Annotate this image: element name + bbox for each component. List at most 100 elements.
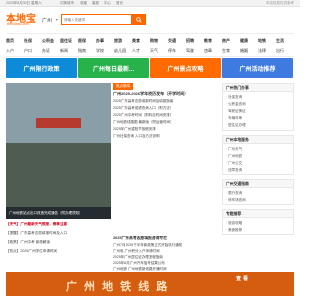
list-item[interactable]: 2025年8月广州汽车摇号结果公布 — [113, 261, 219, 266]
list-item[interactable]: 2025年广州居住证办理流程指南 — [113, 255, 219, 260]
nav-item[interactable]: 出行 — [276, 48, 284, 54]
nav-item[interactable]: 婚姻 — [240, 48, 248, 54]
sidebar-box-title: 专题推荐 — [223, 210, 293, 218]
nav-item[interactable]: 法律 — [258, 48, 266, 54]
topbar-link-city[interactable]: 切换城市 — [60, 1, 74, 6]
news-link[interactable]: 2025广州中考时间（附科目时间安排） — [113, 113, 219, 118]
banner-daily-news[interactable]: 广州每日最新... — [78, 58, 149, 78]
metro-banner-text: 广 州 地 铁 线 路 — [66, 281, 170, 293]
nav-item[interactable]: 公积金 — [42, 38, 54, 44]
metro-banner-link[interactable]: 查看 — [236, 275, 250, 282]
sidebar-link[interactable]: 限行查询 — [226, 191, 242, 196]
nav-item[interactable]: 新闻 — [60, 48, 68, 54]
banner-traffic-restriction[interactable]: 广州限行政策 — [6, 58, 77, 78]
logo-subtext: Bendibao.com — [7, 22, 30, 26]
search-input[interactable] — [61, 14, 132, 25]
nav-item[interactable]: 社保 — [24, 38, 32, 44]
nav-item[interactable]: 购物 — [150, 38, 158, 44]
list-item[interactable]: 【热点】2025广州学位申请时间 — [6, 249, 111, 254]
site-logo[interactable]: 本地宝 Bendibao.com — [6, 10, 36, 28]
topbar-notice: 本站信息仅供参考 — [266, 1, 294, 5]
list-item[interactable]: 【提醒】广东高考志愿填报时间及入口 — [6, 231, 111, 236]
sidebar-link[interactable]: 违章查询 — [226, 168, 242, 173]
nav-item[interactable]: 招聘 — [186, 38, 194, 44]
nav-item[interactable]: 违章 — [204, 48, 212, 54]
nav-item[interactable]: 房产 — [222, 38, 230, 44]
focus-news-tag: 焦点新闻 — [113, 83, 133, 90]
sidebar-box-title: 广州热门办事 — [223, 84, 293, 92]
news-link[interactable]: 2025广东高考成绩查询入口（附方法） — [113, 106, 219, 111]
search-icon — [136, 16, 142, 23]
sidebar-link[interactable]: 车辆年审 — [226, 116, 242, 121]
nav-item[interactable]: 美食 — [132, 38, 140, 44]
metro-banner[interactable]: 广 州 地 铁 线 路 查看 — [6, 272, 294, 296]
list-item[interactable]: 广州7月2025下半年新政策正式开始执行通知 — [113, 243, 219, 248]
top-bar: 2025年8月30日 星期六 切换城市 收藏 客服 中心 首页 本站信息仅供参考 — [0, 0, 300, 7]
sidebar-link[interactable]: 社保查询 — [226, 95, 242, 100]
news-carousel[interactable]: 广州地铁站点出口改造完成通告（附办理须知） — [6, 83, 111, 219]
sidebar-box-services: 广州热门办事 社保查询 公积金查询 驾驶证换证 车辆年审 居住证办理 — [222, 83, 294, 131]
nav-item[interactable]: 首页 — [6, 38, 14, 44]
sidebar-box-title: 广州交通指南 — [223, 180, 293, 188]
promo-banners: 广州限行政策 广州每日最新... 广州景点攻略 广州活动推荐 — [6, 58, 294, 78]
nav-item[interactable]: 生活 — [276, 38, 284, 44]
list-item[interactable]: 【天气】广州最新天气预报，雨季注意 — [6, 222, 111, 227]
topbar-link-favorite[interactable]: 收藏 — [80, 1, 87, 6]
topbar-link-home[interactable]: 首页 — [116, 1, 123, 6]
news-link[interactable]: 2025年广州重阳节放假安排 — [113, 127, 219, 132]
nav-item[interactable]: 入户 — [6, 48, 14, 54]
carousel-photo — [6, 83, 111, 143]
sidebar-link[interactable]: 公积金查询 — [226, 102, 246, 107]
nav-item[interactable]: 户口 — [24, 48, 32, 54]
banner-events[interactable]: 广州活动推荐 — [222, 58, 293, 78]
news-link[interactable]: 广州地铁线路图 最新版（附运营时间） — [113, 120, 219, 125]
header: 本地宝 Bendibao.com 广州 ▼ — [0, 7, 300, 32]
topbar-link-center[interactable]: 中心 — [104, 1, 111, 6]
headline-title[interactable]: 广州2025-2026学年校历发布（开学时间） — [113, 91, 219, 97]
sidebar-link[interactable]: 停车场查询 — [226, 198, 246, 203]
sidebar-link[interactable]: 广州地铁 — [226, 154, 242, 159]
sidebar-link[interactable]: 广州公交 — [226, 161, 242, 166]
banner-attractions[interactable]: 广州景点攻略 — [150, 58, 221, 78]
list-item[interactable]: 广州电 广州积分入户申请时间 — [113, 249, 219, 254]
carousel-caption[interactable]: 广州地铁站点出口改造完成通告（附办理须知） — [6, 207, 111, 219]
carousel-photo-sign — [36, 118, 81, 128]
sidebar-box-title: 广州本地服务 — [223, 136, 293, 144]
nav-item[interactable]: 幼儿园 — [114, 48, 126, 54]
carousel-photo-ground — [6, 143, 111, 207]
topbar-link-service[interactable]: 客服 — [92, 1, 99, 6]
sidebar-link[interactable]: 旅游攻略 — [226, 221, 242, 226]
list-item[interactable]: 【政策】广州中考 新政解读 — [6, 240, 111, 245]
nav-item[interactable]: 停车 — [168, 48, 176, 54]
nav-item[interactable]: 教育 — [204, 38, 212, 44]
nav-item[interactable]: 学校 — [96, 48, 104, 54]
sidebar-link[interactable]: 驾驶证换证 — [226, 109, 246, 114]
main-nav: 首页 社保 公积金 居住证 医保 办事 旅游 美食 购物 交通 招聘 教育 房产… — [6, 33, 294, 57]
nav-item[interactable]: 办证 — [42, 48, 50, 54]
sidebar-link[interactable]: 居住证办理 — [226, 123, 246, 128]
sidebar-box-traffic: 广州交通指南 限行查询 停车场查询 — [222, 179, 294, 205]
nav-item[interactable]: 居住证 — [60, 38, 72, 44]
chevron-down-icon[interactable]: ▼ — [55, 18, 58, 22]
nav-item[interactable]: 办事 — [96, 38, 104, 44]
sidebar-box-local: 广州本地服务 广州天气 广州地铁 广州公交 违章查询 — [222, 135, 294, 175]
exam-column-title[interactable]: 2025广东高考志愿填报咨询专栏 — [113, 236, 219, 241]
city-selector[interactable]: 广州 — [42, 17, 52, 24]
news-link[interactable]: 2025广东高考志愿填报时间及填报指南 — [113, 99, 219, 104]
sidebar-link[interactable]: 广州天气 — [226, 147, 242, 152]
news-link[interactable]: 广州社保查询 入口及方法说明 — [113, 134, 219, 139]
date-text: 2025年8月30日 星期六 — [6, 1, 42, 5]
nav-item[interactable]: 地铁 — [258, 38, 266, 44]
nav-item[interactable]: 交通 — [168, 38, 176, 44]
nav-item[interactable]: 人才 — [132, 48, 140, 54]
nav-item[interactable]: 生育 — [222, 48, 230, 54]
nav-item[interactable]: 旅游 — [114, 38, 122, 44]
headline-news: 焦点新闻 广州2025-2026学年校历发布（开学时间） 2025广东高考志愿填… — [113, 83, 219, 235]
nav-item[interactable]: 健康 — [240, 38, 248, 44]
sidebar-link[interactable]: 美食推荐 — [226, 228, 242, 233]
nav-item[interactable]: 驾驶 — [186, 48, 194, 54]
nav-item[interactable]: 指南 — [78, 48, 86, 54]
nav-item[interactable]: 医保 — [78, 38, 86, 44]
nav-item[interactable]: 天气 — [150, 48, 158, 54]
search-button[interactable] — [132, 14, 146, 25]
